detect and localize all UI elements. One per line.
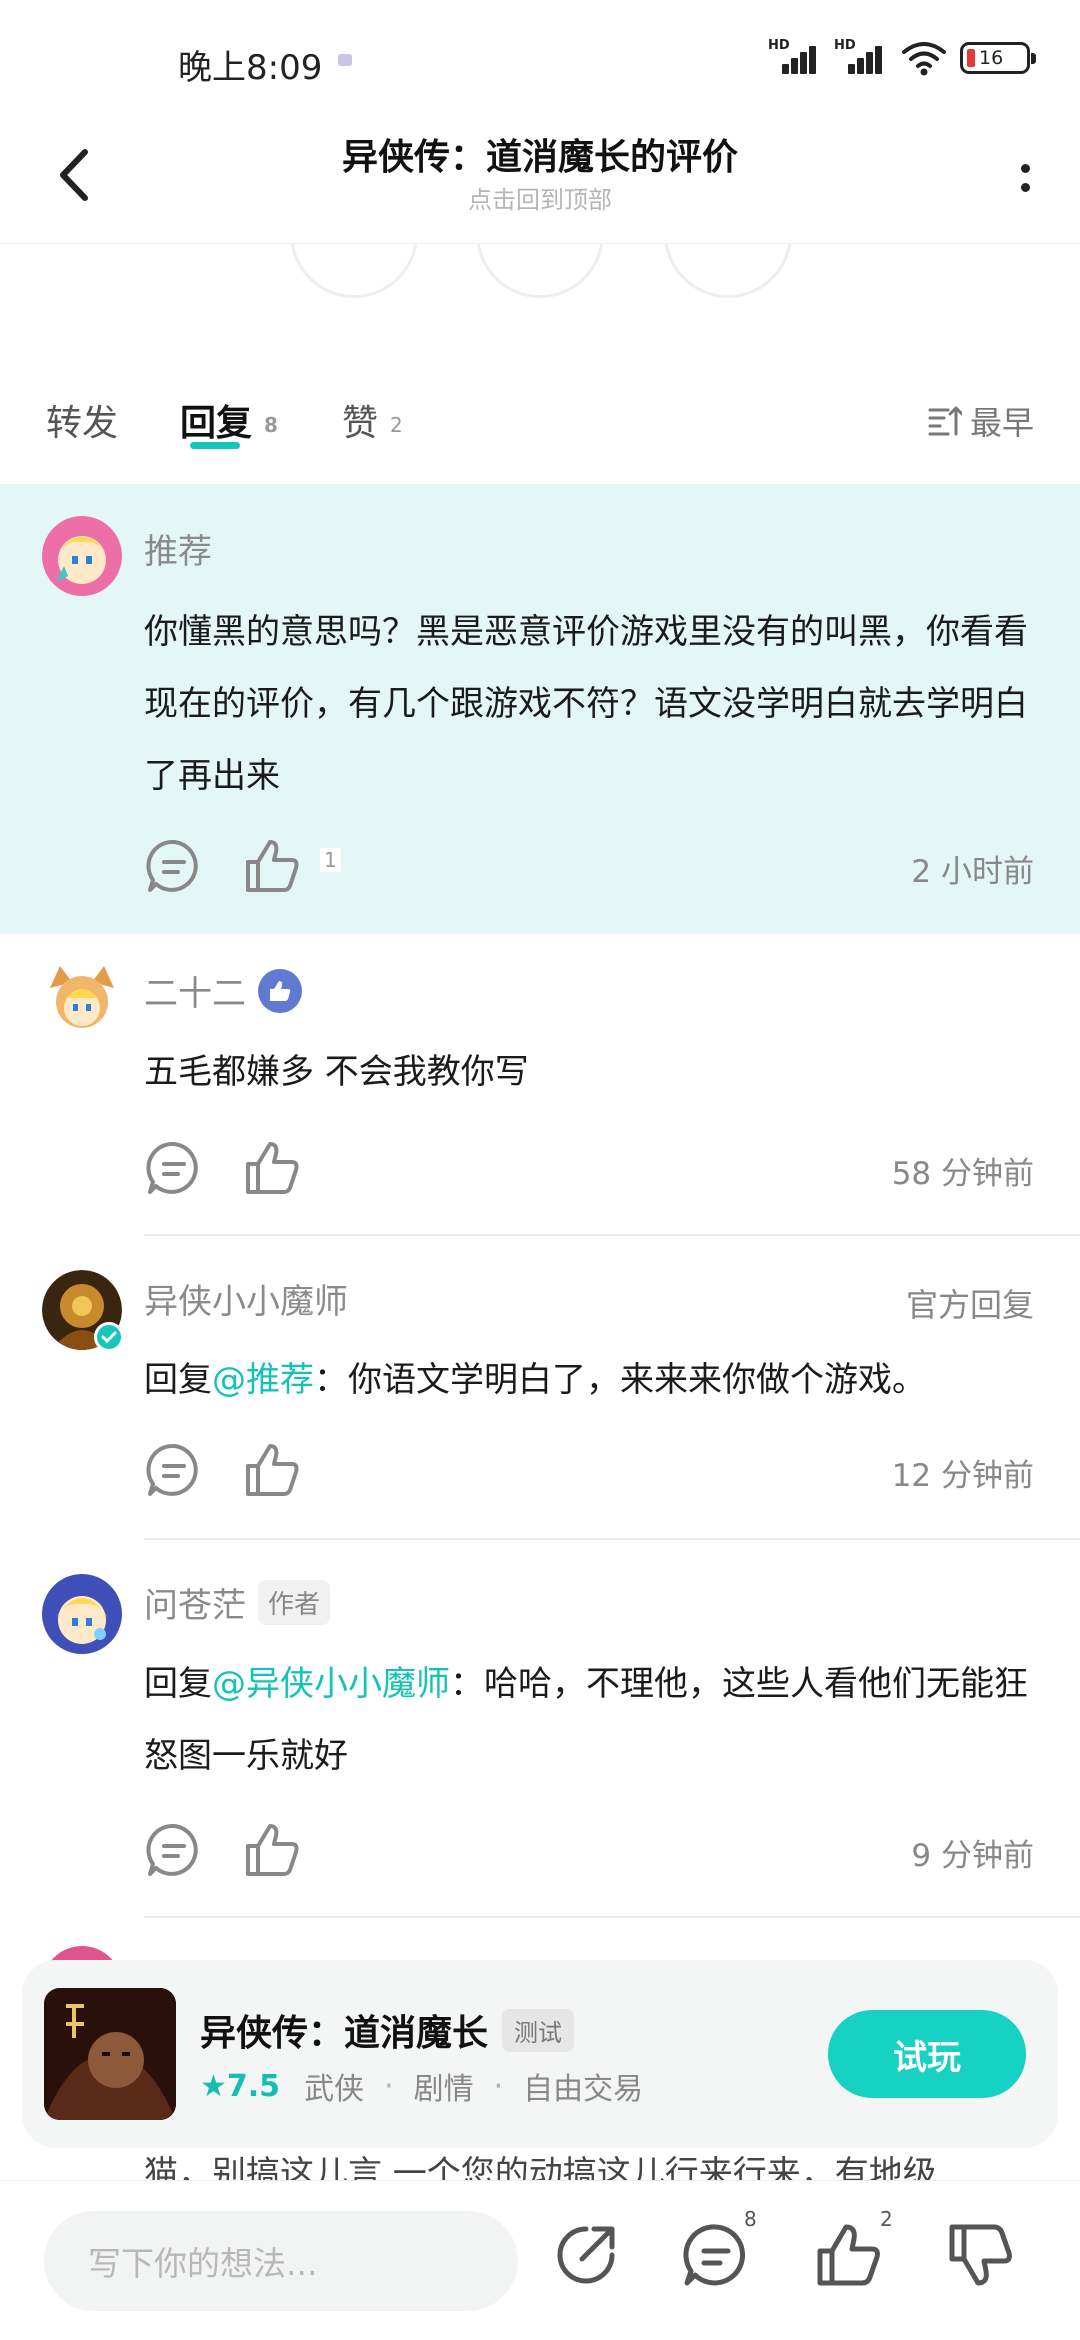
signal-icon: HD xyxy=(768,38,822,78)
status-icons: HD HD 16 xyxy=(768,36,1036,80)
reply-icon[interactable] xyxy=(144,1138,204,1198)
sort-button[interactable]: 最早 xyxy=(928,398,1034,444)
author-name: 推荐 xyxy=(144,532,212,572)
author-name: 问苍茫 xyxy=(144,1586,246,1626)
game-score: ★7.5 xyxy=(200,2068,281,2104)
reply-prefix: 回复 xyxy=(144,1360,212,1400)
status-time: 晚上8:09 xyxy=(178,48,323,88)
author-name: 二十二 xyxy=(144,974,246,1014)
genre-tag: 剧情 xyxy=(413,2072,474,2107)
comment-author[interactable]: 异侠小小魔师 xyxy=(144,1274,348,1323)
game-title: 异侠传：道消魔长 xyxy=(200,2013,489,2054)
tab-count: 2 xyxy=(390,413,403,437)
game-thumbnail[interactable] xyxy=(44,1988,176,2120)
like-icon[interactable] xyxy=(242,1820,302,1880)
comment-author[interactable]: 推荐 xyxy=(144,524,212,573)
like-icon[interactable] xyxy=(242,1138,302,1198)
avatar[interactable] xyxy=(42,1270,124,1352)
avatar[interactable] xyxy=(42,516,122,596)
bottom-bar: 写下你的想法... 8 2 xyxy=(0,2180,1080,2340)
comment-actions xyxy=(144,1440,444,1500)
reply-prefix: 回复 xyxy=(144,1664,212,1704)
comment-time: 12 分钟前 xyxy=(891,1458,1034,1494)
tab-label: 赞 xyxy=(342,403,379,444)
official-reply-label: 官方回复 xyxy=(905,1286,1034,1324)
back-to-top-hint[interactable]: 点击回到顶部 xyxy=(0,180,1080,215)
like-icon[interactable] xyxy=(242,836,302,896)
mention-link[interactable]: @异侠小小魔师 xyxy=(212,1664,450,1704)
game-name[interactable]: 异侠传：道消魔长 测试 xyxy=(200,2004,575,2056)
comment-author[interactable]: 问苍茫 作者 xyxy=(144,1578,331,1627)
tab-likes[interactable]: 赞2 xyxy=(342,394,403,446)
battery-level: 16 xyxy=(979,47,1004,69)
sort-label: 最早 xyxy=(969,404,1034,442)
reply-icon[interactable] xyxy=(144,1440,204,1500)
nav-header: 异侠传：道消魔长的评价 点击回到顶部 xyxy=(0,120,1080,244)
like-icon[interactable] xyxy=(812,2219,884,2291)
dislike-icon[interactable] xyxy=(944,2219,1016,2291)
try-play-button[interactable]: 试玩 xyxy=(828,2010,1026,2098)
notification-icon xyxy=(338,54,352,66)
reply-icon[interactable] xyxy=(144,1820,204,1880)
tab-bar: 转发 回复 8 赞2 最早 xyxy=(0,380,1080,480)
share-icon[interactable] xyxy=(550,2219,622,2291)
reply-icon[interactable] xyxy=(144,836,204,896)
game-meta: ★7.5 武侠 · 剧情 · 自由交易 xyxy=(200,2064,643,2108)
comment-item: 异侠小小魔师 官方回复 回复@推荐：你语文学明白了，来来来你做个游戏。 12 分… xyxy=(0,1238,1080,1540)
divider xyxy=(144,1234,1080,1236)
status-bar: 晚上8:09 HD HD 16 xyxy=(0,0,1080,120)
comment-item: 推荐 你懂黑的意思吗？黑是恶意评价游戏里没有的叫黑，你看看现在的评价，有几个跟游… xyxy=(0,484,1080,934)
wifi-icon xyxy=(902,42,946,76)
comment-text: 回复@异侠小小魔师：哈哈，不理他，这些人看他们无能狂怒图一乐就好 xyxy=(144,1648,1034,1792)
divider xyxy=(144,1538,1080,1540)
comment-text: 你懂黑的意思吗？黑是恶意评价游戏里没有的叫黑，你看看现在的评价，有几个跟游戏不符… xyxy=(144,612,1028,796)
game-status-tag: 测试 xyxy=(502,2008,575,2052)
comment-text: 回复@推荐：你语文学明白了，来来来你做个游戏。 xyxy=(144,1344,1034,1416)
comment-actions: 1 xyxy=(144,836,1034,896)
avatar[interactable] xyxy=(42,1574,122,1654)
signal-icon: HD xyxy=(834,38,888,78)
comment-actions xyxy=(144,1820,444,1880)
like-count: 2 xyxy=(880,2207,893,2231)
tab-label: 转发 xyxy=(46,403,119,444)
sort-icon xyxy=(928,406,962,436)
tab-label: 回复 xyxy=(180,403,253,444)
page-title[interactable]: 异侠传：道消魔长的评价 xyxy=(0,128,1080,180)
avatar[interactable] xyxy=(42,958,122,1038)
comment-count: 8 xyxy=(744,2207,757,2231)
comment-time: 58 分钟前 xyxy=(891,1156,1034,1192)
comment-actions xyxy=(144,1138,444,1198)
tab-replies[interactable]: 回复 8 xyxy=(180,394,278,446)
divider xyxy=(144,1916,1080,1918)
active-tab-indicator xyxy=(190,442,240,449)
genre-tag: 武侠 xyxy=(304,2072,365,2107)
thumbs-up-badge-icon xyxy=(258,968,302,1013)
comment-time: 9 分钟前 xyxy=(911,1838,1034,1874)
mention-link[interactable]: @推荐 xyxy=(212,1360,314,1400)
tab-count: 8 xyxy=(264,413,278,437)
comment-author[interactable]: 二十二 xyxy=(144,966,302,1015)
comment-item: 问苍茫 作者 回复@异侠小小魔师：哈哈，不理他，这些人看他们无能狂怒图一乐就好 … xyxy=(0,1542,1080,1922)
comment-time: 2 小时前 xyxy=(911,854,1034,890)
author-name: 异侠小小魔师 xyxy=(144,1282,348,1322)
like-icon[interactable] xyxy=(242,1440,302,1500)
like-count: 1 xyxy=(320,848,341,872)
author-tag: 作者 xyxy=(258,1580,331,1625)
more-icon xyxy=(1020,164,1030,173)
game-card[interactable]: 异侠传：道消魔长 测试 ★7.5 武侠 · 剧情 · 自由交易 试玩 xyxy=(22,1960,1058,2148)
comment-text: 五毛都嫌多 不会我教你写 xyxy=(144,1052,529,1092)
comment-icon[interactable] xyxy=(680,2219,752,2291)
reply-body: ：你语文学明白了，来来来你做个游戏。 xyxy=(314,1360,926,1400)
comment-input[interactable]: 写下你的想法... xyxy=(44,2211,518,2311)
battery-icon: 16 xyxy=(960,42,1036,74)
input-placeholder: 写下你的想法... xyxy=(88,2244,318,2283)
genre-tag: 自由交易 xyxy=(523,2072,644,2107)
comment-item: 二十二 五毛都嫌多 不会我教你写 58 分钟前 xyxy=(0,936,1080,1236)
tab-forward[interactable]: 转发 xyxy=(46,394,118,446)
more-options-button[interactable] xyxy=(1010,148,1040,208)
verified-badge-icon xyxy=(94,1322,124,1352)
